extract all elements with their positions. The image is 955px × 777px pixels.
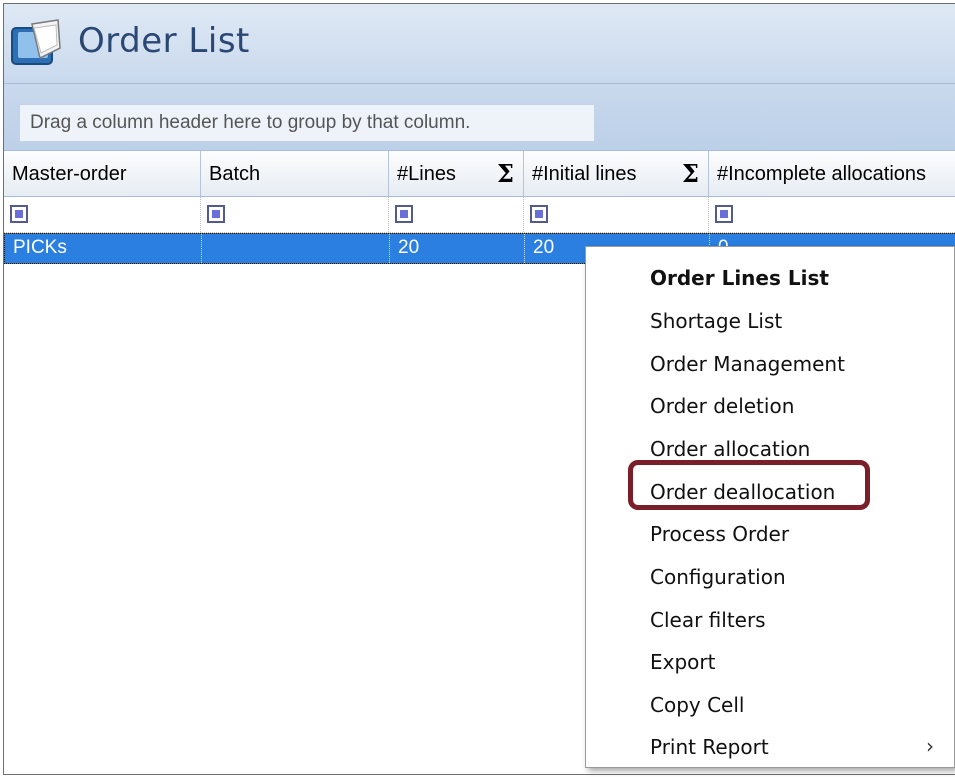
sigma-icon[interactable]: Σ [682,159,699,188]
sigma-icon[interactable]: Σ [497,159,514,188]
menu-item-label: Order deallocation [650,480,836,504]
menu-item-clear-filters[interactable]: Clear filters [586,595,954,637]
column-header-master-order[interactable]: Master-order [4,151,201,196]
filter-icon[interactable] [10,205,28,223]
filter-row [4,197,955,233]
menu-item-label: Shortage List [650,309,783,333]
document-stack-icon [10,18,64,68]
menu-item-configuration[interactable]: Configuration [586,552,954,594]
context-menu: Order Lines List Shortage List Order Man… [585,246,955,768]
menu-item-label: Order Management [650,352,845,376]
menu-item-process-order[interactable]: Process Order [586,509,954,551]
menu-item-order-lines-list[interactable]: Order Lines List [586,253,954,295]
grid-header: Master-order Batch #Lines Σ #Initial lin… [4,150,955,197]
menu-item-label: Copy Cell [650,693,745,717]
column-header-label: #Incomplete allocations [717,163,927,185]
column-header-batch[interactable]: Batch [201,151,389,196]
cell-lines[interactable]: 20 [390,234,525,263]
menu-item-label: Export [650,650,716,674]
column-header-initial-lines[interactable]: #Initial lines Σ [524,151,709,196]
chevron-right-icon: › [926,734,934,758]
filter-cell[interactable] [201,197,389,232]
filter-cell[interactable] [524,197,709,232]
menu-item-export[interactable]: Export [586,637,954,679]
menu-item-label: Clear filters [650,608,766,632]
menu-item-order-deallocation[interactable]: Order deallocation [586,467,954,509]
column-header-label: #Lines [397,163,456,185]
menu-item-print-report[interactable]: Print Report › [586,722,954,764]
column-header-label: #Initial lines [532,163,637,185]
column-header-incomplete-allocations[interactable]: #Incomplete allocations [709,151,955,196]
filter-icon[interactable] [715,205,733,223]
menu-item-order-deletion[interactable]: Order deletion [586,381,954,423]
column-header-lines[interactable]: #Lines Σ [389,151,524,196]
menu-item-label: Configuration [650,565,786,589]
filter-icon[interactable] [530,205,548,223]
filter-cell[interactable] [4,197,201,232]
menu-item-label: Print Report [650,735,769,759]
menu-item-label: Process Order [650,522,790,546]
menu-item-order-allocation[interactable]: Order allocation [586,424,954,466]
menu-item-label: Order Lines List [650,266,829,290]
menu-item-label: Order allocation [650,437,811,461]
menu-item-label: Order deletion [650,394,795,418]
menu-item-order-management[interactable]: Order Management [586,339,954,381]
filter-cell[interactable] [709,197,955,232]
group-by-hint: Drag a column header here to group by th… [19,104,595,142]
title-bar: Order List [4,4,955,84]
filter-cell[interactable] [389,197,524,232]
filter-icon[interactable] [207,205,225,223]
column-header-label: Batch [209,163,261,185]
cell-master-order[interactable]: PICKs [5,234,202,263]
filter-icon[interactable] [395,205,413,223]
menu-item-copy-cell[interactable]: Copy Cell [586,680,954,722]
column-header-label: Master-order [12,163,127,185]
menu-item-shortage-list[interactable]: Shortage List [586,296,954,338]
window-title: Order List [78,21,250,61]
cell-batch[interactable] [202,234,390,263]
